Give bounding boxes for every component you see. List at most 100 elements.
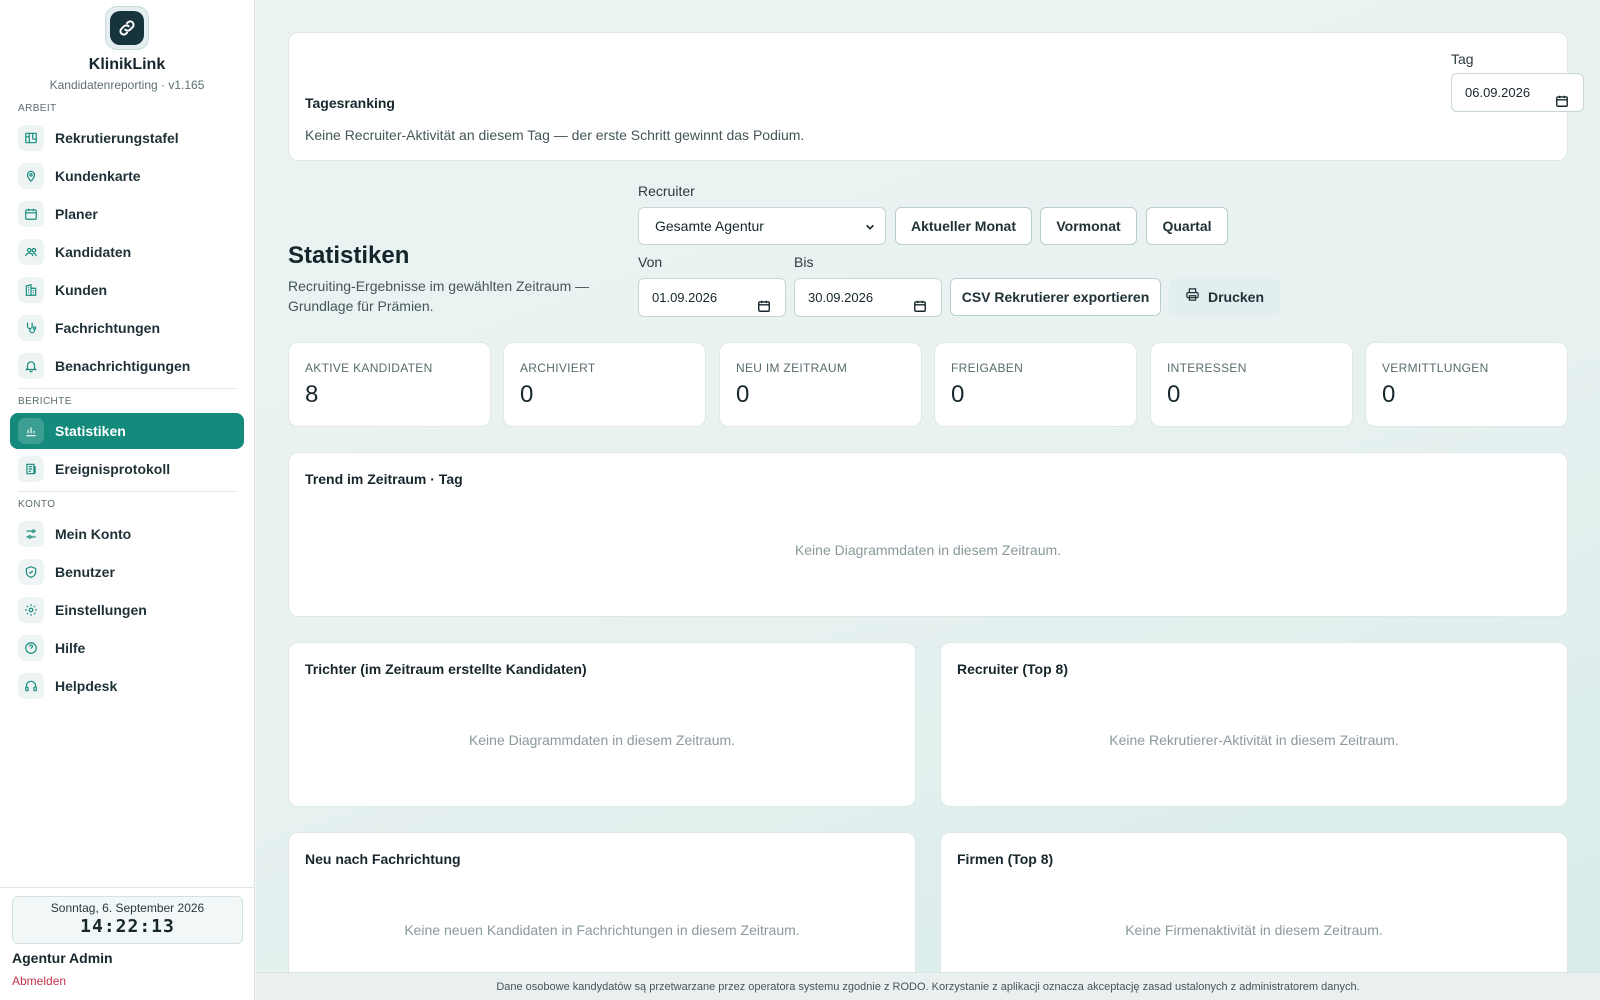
sidebar-item-label: Statistiken [55,423,126,439]
sidebar-item-ereignisprotokoll[interactable]: Ereignisprotokoll [10,451,244,487]
sidebar-item-kundenkarte[interactable]: Kundenkarte [10,158,244,194]
clock-time: 14:22:13 [80,916,175,937]
headset-icon [18,673,44,699]
kpi-card-new: NEU IM ZEITRAUM 0 [719,342,922,427]
trend-panel: Trend im Zeitraum · Tag Keine Diagrammda… [288,452,1568,617]
funnel-title: Trichter (im Zeitraum erstellte Kandidat… [305,661,587,677]
recruiter-select[interactable]: Gesamte Agentur [638,207,886,245]
to-label: Bis [794,254,814,270]
sidebar-item-mein-konto[interactable]: Mein Konto [10,516,244,552]
clock-date: Sonntag, 6. September 2026 [50,901,205,915]
to-date-value: 30.09.2026 [808,290,874,305]
sidebar-item-fachrichtungen[interactable]: Fachrichtungen [10,310,244,346]
kpi-card-active: AKTIVE KANDIDATEN 8 [288,342,491,427]
export-csv-button[interactable]: CSV Rekrutierer exportieren [950,278,1161,316]
sidebar-item-label: Rekrutierungstafel [55,130,179,146]
calendar-icon [913,290,927,327]
printer-icon [1185,279,1200,315]
sidebar-item-label: Helpdesk [55,678,118,694]
privacy-disclaimer: Dane osobowe kandydatów są przetwarzane … [256,972,1600,1000]
previous-month-button[interactable]: Vormonat [1040,207,1137,245]
sidebar-footer: Sonntag, 6. September 2026 14:22:13 Agen… [0,887,255,1000]
page-subtitle: Recruiting-Ergebnisse im gewählten Zeitr… [288,278,590,314]
sidebar-item-benachrichtigungen[interactable]: Benachrichtigungen [10,348,244,384]
sidebar-item-label: Einstellungen [55,602,147,618]
current-month-button[interactable]: Aktueller Monat [895,207,1032,245]
calendar-icon [757,290,771,327]
app-subtitle: Kandidatenreporting · v1.165 [49,78,205,92]
chevron-down-icon [865,209,875,245]
page-title: Statistiken [288,242,410,269]
app-name: KlinikLink [88,56,166,73]
kpi-card-releases: FREIGABEN 0 [934,342,1137,427]
kpi-value: 0 [951,381,965,408]
daily-ranking-card: Tagesranking Keine Recruiter-Aktivität a… [288,32,1584,161]
recruiter-label: Recruiter [638,183,695,199]
sidebar: KlinikLink Kandidatenreporting · v1.165 … [0,0,255,1000]
app-logo[interactable] [105,6,149,50]
sidebar-item-rekrutierungstafel[interactable]: Rekrutierungstafel [10,120,244,156]
kpi-label: AKTIVE KANDIDATEN [305,361,433,375]
sidebar-item-label: Hilfe [55,640,86,656]
sidebar-item-kandidaten[interactable]: Kandidaten [10,234,244,270]
bar-chart-icon [18,418,44,444]
print-button[interactable]: Drucken [1169,278,1280,316]
stethoscope-icon [18,315,44,341]
kpi-value: 0 [736,381,750,408]
recruiter-select-value: Gesamte Agentur [655,218,764,234]
recruiter-top-empty-message: Keine Rekrutierer-Aktivität in diesem Ze… [1109,732,1399,748]
sidebar-item-label: Kunden [55,282,108,298]
kpi-value: 0 [1167,381,1181,408]
day-label: Tag [1451,51,1474,67]
sidebar-item-label: Benachrichtigungen [55,358,191,374]
sidebar-item-label: Planer [55,206,98,222]
from-label: Von [638,254,663,270]
recruiter-top-title: Recruiter (Top 8) [957,661,1068,677]
to-date-input[interactable]: 30.09.2026 [794,278,942,317]
sidebar-item-planer[interactable]: Planer [10,196,244,232]
sidebar-item-label: Kundenkarte [55,168,141,184]
sidebar-item-statistiken[interactable]: Statistiken [10,413,244,449]
kpi-label: FREIGABEN [951,361,1024,375]
kpi-value: 0 [520,381,534,408]
link-icon [110,11,144,45]
sliders-icon [18,521,44,547]
kpi-value: 0 [1382,381,1396,408]
sidebar-item-label: Mein Konto [55,526,132,542]
funnel-panel: Trichter (im Zeitraum erstellte Kandidat… [288,642,916,807]
divider [18,388,236,389]
recruiter-top-panel: Recruiter (Top 8) Keine Rekrutierer-Akti… [940,642,1568,807]
calendar-icon [1555,85,1569,122]
sidebar-item-benutzer[interactable]: Benutzer [10,554,244,590]
clock: Sonntag, 6. September 2026 14:22:13 [12,896,243,944]
quarter-button[interactable]: Quartal [1146,207,1228,245]
users-icon [18,239,44,265]
calendar-icon [18,201,44,227]
sidebar-item-hilfe[interactable]: Hilfe [10,630,244,666]
from-date-input[interactable]: 01.09.2026 [638,278,786,317]
section-label-work: ARBEIT [18,103,57,114]
sidebar-item-label: Ereignisprotokoll [55,461,171,477]
sidebar-item-kunden[interactable]: Kunden [10,272,244,308]
sidebar-item-label: Kandidaten [55,244,132,260]
companies-empty-message: Keine Firmenaktivität in diesem Zeitraum… [1125,922,1383,938]
kpi-label: ARCHIVIERT [520,361,596,375]
specialty-title: Neu nach Fachrichtung [305,851,461,867]
user-name: Agentur Admin [12,950,113,966]
kpi-label: NEU IM ZEITRAUM [736,361,848,375]
daily-ranking-title: Tagesranking [305,95,395,111]
from-date-value: 01.09.2026 [652,290,718,305]
kpi-card-archived: ARCHIVIERT 0 [503,342,706,427]
print-button-label: Drucken [1207,289,1265,305]
trend-title: Trend im Zeitraum · Tag [305,471,463,487]
logout-link[interactable]: Abmelden [0,974,66,988]
log-icon [18,456,44,482]
companies-title: Firmen (Top 8) [957,851,1054,867]
sidebar-item-einstellungen[interactable]: Einstellungen [10,592,244,628]
specialty-empty-message: Keine neuen Kandidaten in Fachrichtungen… [404,922,800,938]
kpi-card-placements: VERMITTLUNGEN 0 [1365,342,1568,427]
daily-ranking-message: Keine Recruiter-Aktivität an diesem Tag … [305,127,805,143]
day-date-input[interactable]: 06.09.2026 [1451,73,1584,112]
sidebar-item-helpdesk[interactable]: Helpdesk [10,668,244,704]
divider [18,491,236,492]
